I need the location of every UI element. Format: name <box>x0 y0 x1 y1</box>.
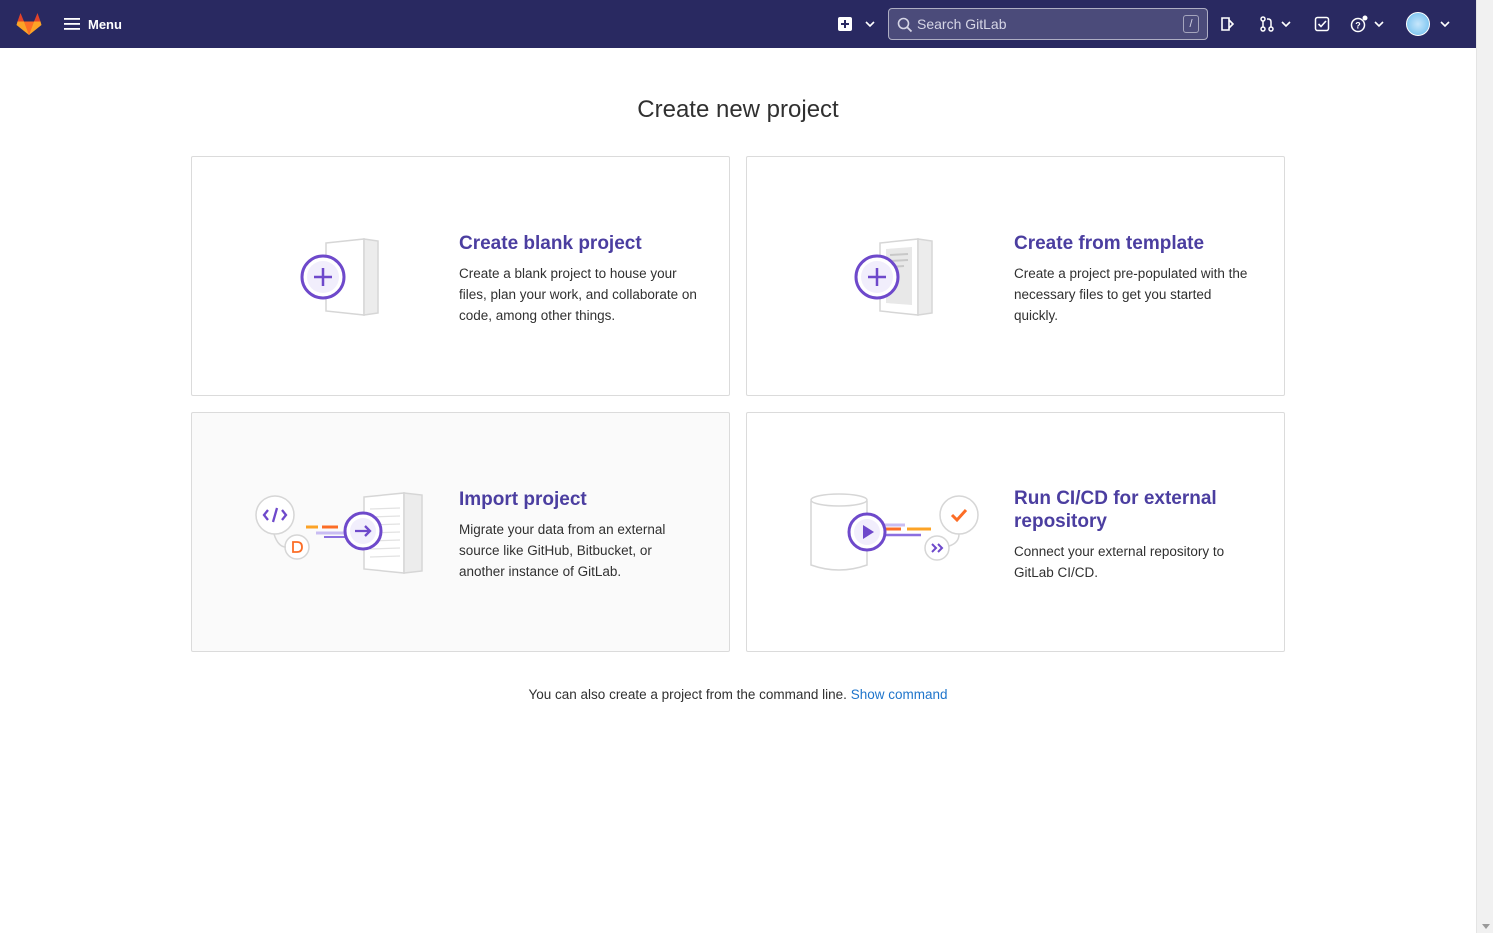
panel-title[interactable]: Import project <box>459 488 699 511</box>
chevron-down-icon <box>1440 21 1450 28</box>
blank-project-illustration-icon <box>300 238 379 316</box>
todo-button[interactable] <box>1314 12 1330 36</box>
panel-description: Connect your external repository to GitL… <box>1014 544 1225 580</box>
menu-label: Menu <box>88 16 122 32</box>
import-project-panel[interactable]: Import project Migrate your data from an… <box>191 412 730 652</box>
search-shortcut-hint: / <box>1183 15 1199 33</box>
page-title: Create new project <box>637 96 839 123</box>
merge-requests-dropdown[interactable] <box>1259 12 1293 36</box>
user-menu-dropdown[interactable] <box>1406 12 1452 36</box>
scroll-down-arrow-icon[interactable] <box>1482 924 1490 929</box>
panel-title[interactable]: Create blank project <box>459 232 699 255</box>
help-icon: ? <box>1350 15 1368 33</box>
panel-description: Migrate your data from an external sourc… <box>459 522 666 579</box>
run-cicd-external-repo-panel[interactable]: Run CI/CD for external repository Connec… <box>746 412 1285 652</box>
menu-button[interactable]: Menu <box>64 12 122 36</box>
chevron-down-icon <box>1281 21 1291 28</box>
issues-icon <box>1221 17 1235 31</box>
gitlab-logo-icon[interactable] <box>16 12 42 36</box>
help-dropdown[interactable]: ? <box>1350 12 1386 36</box>
new-item-dropdown[interactable] <box>837 12 877 36</box>
issues-button[interactable] <box>1220 12 1236 36</box>
create-from-template-panel[interactable]: Create from template Create a project pr… <box>746 156 1285 396</box>
todo-checkbox-icon <box>1314 16 1330 32</box>
svg-text:?: ? <box>1355 21 1361 31</box>
template-project-illustration-icon <box>854 238 933 316</box>
hamburger-icon <box>64 18 80 30</box>
chevron-down-icon <box>1374 21 1384 28</box>
import-project-illustration-icon <box>255 492 423 574</box>
panel-description: Create a project pre-populated with the … <box>1014 266 1248 323</box>
command-line-note-text: You can also create a project from the c… <box>528 687 847 702</box>
create-blank-project-panel[interactable]: Create blank project Create a blank proj… <box>191 156 730 396</box>
search-input[interactable] <box>917 9 1167 39</box>
command-line-note: You can also create a project from the c… <box>0 687 1476 702</box>
avatar <box>1406 12 1430 36</box>
top-navbar: Menu / <box>0 0 1476 48</box>
search-box[interactable]: / <box>888 8 1208 40</box>
show-command-link[interactable]: Show command <box>851 687 948 702</box>
merge-request-icon <box>1260 16 1274 32</box>
panel-description: Create a blank project to house your fil… <box>459 266 697 323</box>
search-icon <box>897 17 913 33</box>
vertical-scrollbar[interactable] <box>1476 0 1493 933</box>
plus-square-icon <box>838 17 852 31</box>
panel-title[interactable]: Run CI/CD for external repository <box>1014 487 1254 533</box>
panel-title[interactable]: Create from template <box>1014 232 1254 255</box>
chevron-down-icon <box>865 21 875 28</box>
cicd-illustration-icon <box>810 493 979 571</box>
